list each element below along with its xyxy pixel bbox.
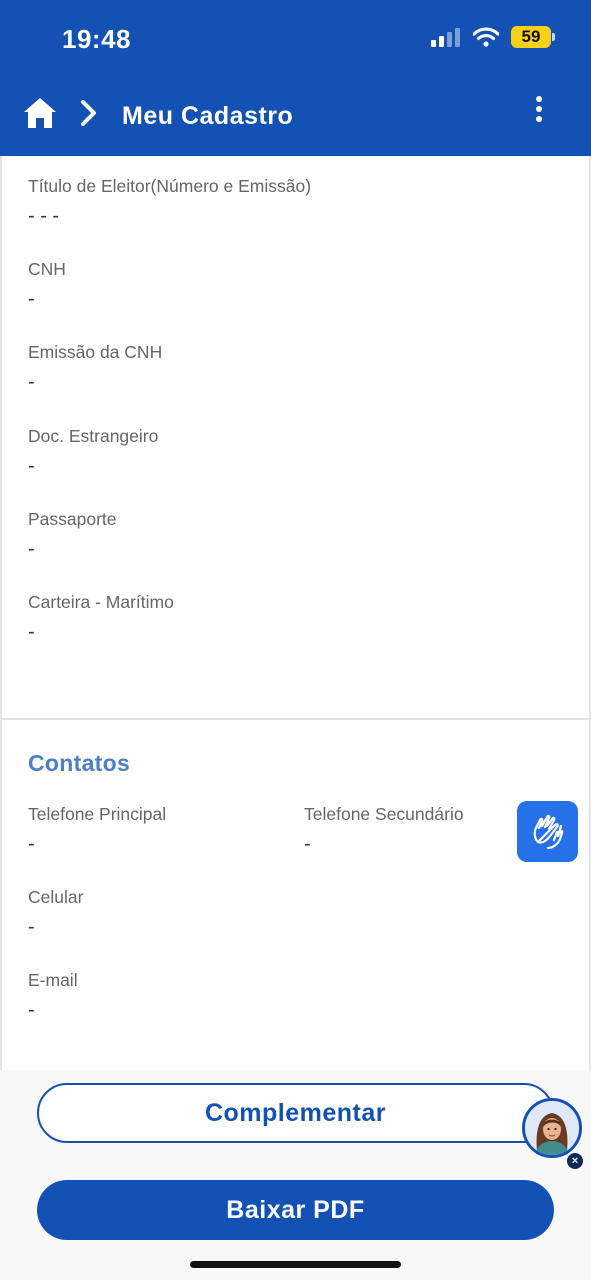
- field-value: - - -: [28, 205, 60, 227]
- more-vertical-icon[interactable]: [528, 96, 550, 128]
- field-label: Passaporte: [28, 509, 117, 529]
- field-label: E-mail: [28, 970, 78, 990]
- signal-icon: [431, 28, 460, 47]
- field-voter-id: Título de Eleitor(Número e Emissão) - - …: [28, 176, 311, 228]
- field-label: Título de Eleitor(Número e Emissão): [28, 176, 312, 196]
- field-value: -: [28, 455, 35, 477]
- field-passport: Passaporte -: [28, 509, 117, 561]
- field-value: -: [28, 833, 35, 855]
- sign-language-icon: [533, 814, 563, 849]
- field-foreign-doc: Doc. Estrangeiro -: [28, 426, 158, 478]
- status-time: 19:48: [62, 24, 131, 54]
- download-pdf-button[interactable]: Baixar PDF: [37, 1180, 554, 1240]
- page-title: Meu Cadastro: [122, 102, 294, 130]
- profile-content: Título de Eleitor(Número e Emissão) - - …: [0, 156, 591, 1070]
- assistant-avatar-icon: [525, 1101, 579, 1155]
- close-icon[interactable]: ×: [567, 1153, 583, 1169]
- field-value: -: [28, 999, 35, 1021]
- wifi-icon: [473, 27, 499, 47]
- field-cnh-issue: Emissão da CNH -: [28, 342, 162, 394]
- contacts-section-title: Contatos: [28, 750, 131, 776]
- sign-language-button[interactable]: [517, 801, 578, 862]
- home-icon[interactable]: [22, 96, 58, 130]
- field-value: -: [28, 916, 35, 938]
- app-header: 19:48 59 Meu Cadastro: [0, 0, 591, 156]
- field-label: Carteira - Marítimo: [28, 592, 174, 612]
- field-label: Telefone Principal: [28, 804, 167, 824]
- field-email: E-mail -: [28, 970, 78, 1022]
- assistant-avatar[interactable]: [522, 1098, 582, 1158]
- field-maritime-card: Carteira - Marítimo -: [28, 592, 174, 644]
- field-label: Doc. Estrangeiro: [28, 426, 159, 446]
- field-label: Celular: [28, 887, 84, 907]
- section-divider: [2, 718, 589, 720]
- field-value: -: [28, 538, 35, 560]
- complement-button[interactable]: Complementar: [37, 1083, 554, 1143]
- field-label: Emissão da CNH: [28, 342, 163, 362]
- navbar: Meu Cadastro: [0, 92, 591, 140]
- chevron-right-icon: [81, 100, 96, 126]
- battery-indicator: 59: [511, 26, 555, 48]
- home-indicator: [190, 1261, 401, 1268]
- field-value: -: [304, 833, 311, 855]
- field-phone-main: Telefone Principal -: [28, 804, 166, 856]
- action-footer: Complementar Baixar PDF ×: [0, 1070, 591, 1280]
- field-value: -: [28, 621, 35, 643]
- field-label: Telefone Secundário: [304, 804, 464, 824]
- field-value: -: [28, 288, 35, 310]
- field-mobile: Celular -: [28, 887, 83, 939]
- field-value: -: [28, 371, 35, 393]
- field-phone-secondary: Telefone Secundário -: [304, 804, 464, 856]
- field-label: CNH: [28, 259, 66, 279]
- status-icons: 59: [431, 26, 555, 48]
- field-cnh: CNH -: [28, 259, 66, 311]
